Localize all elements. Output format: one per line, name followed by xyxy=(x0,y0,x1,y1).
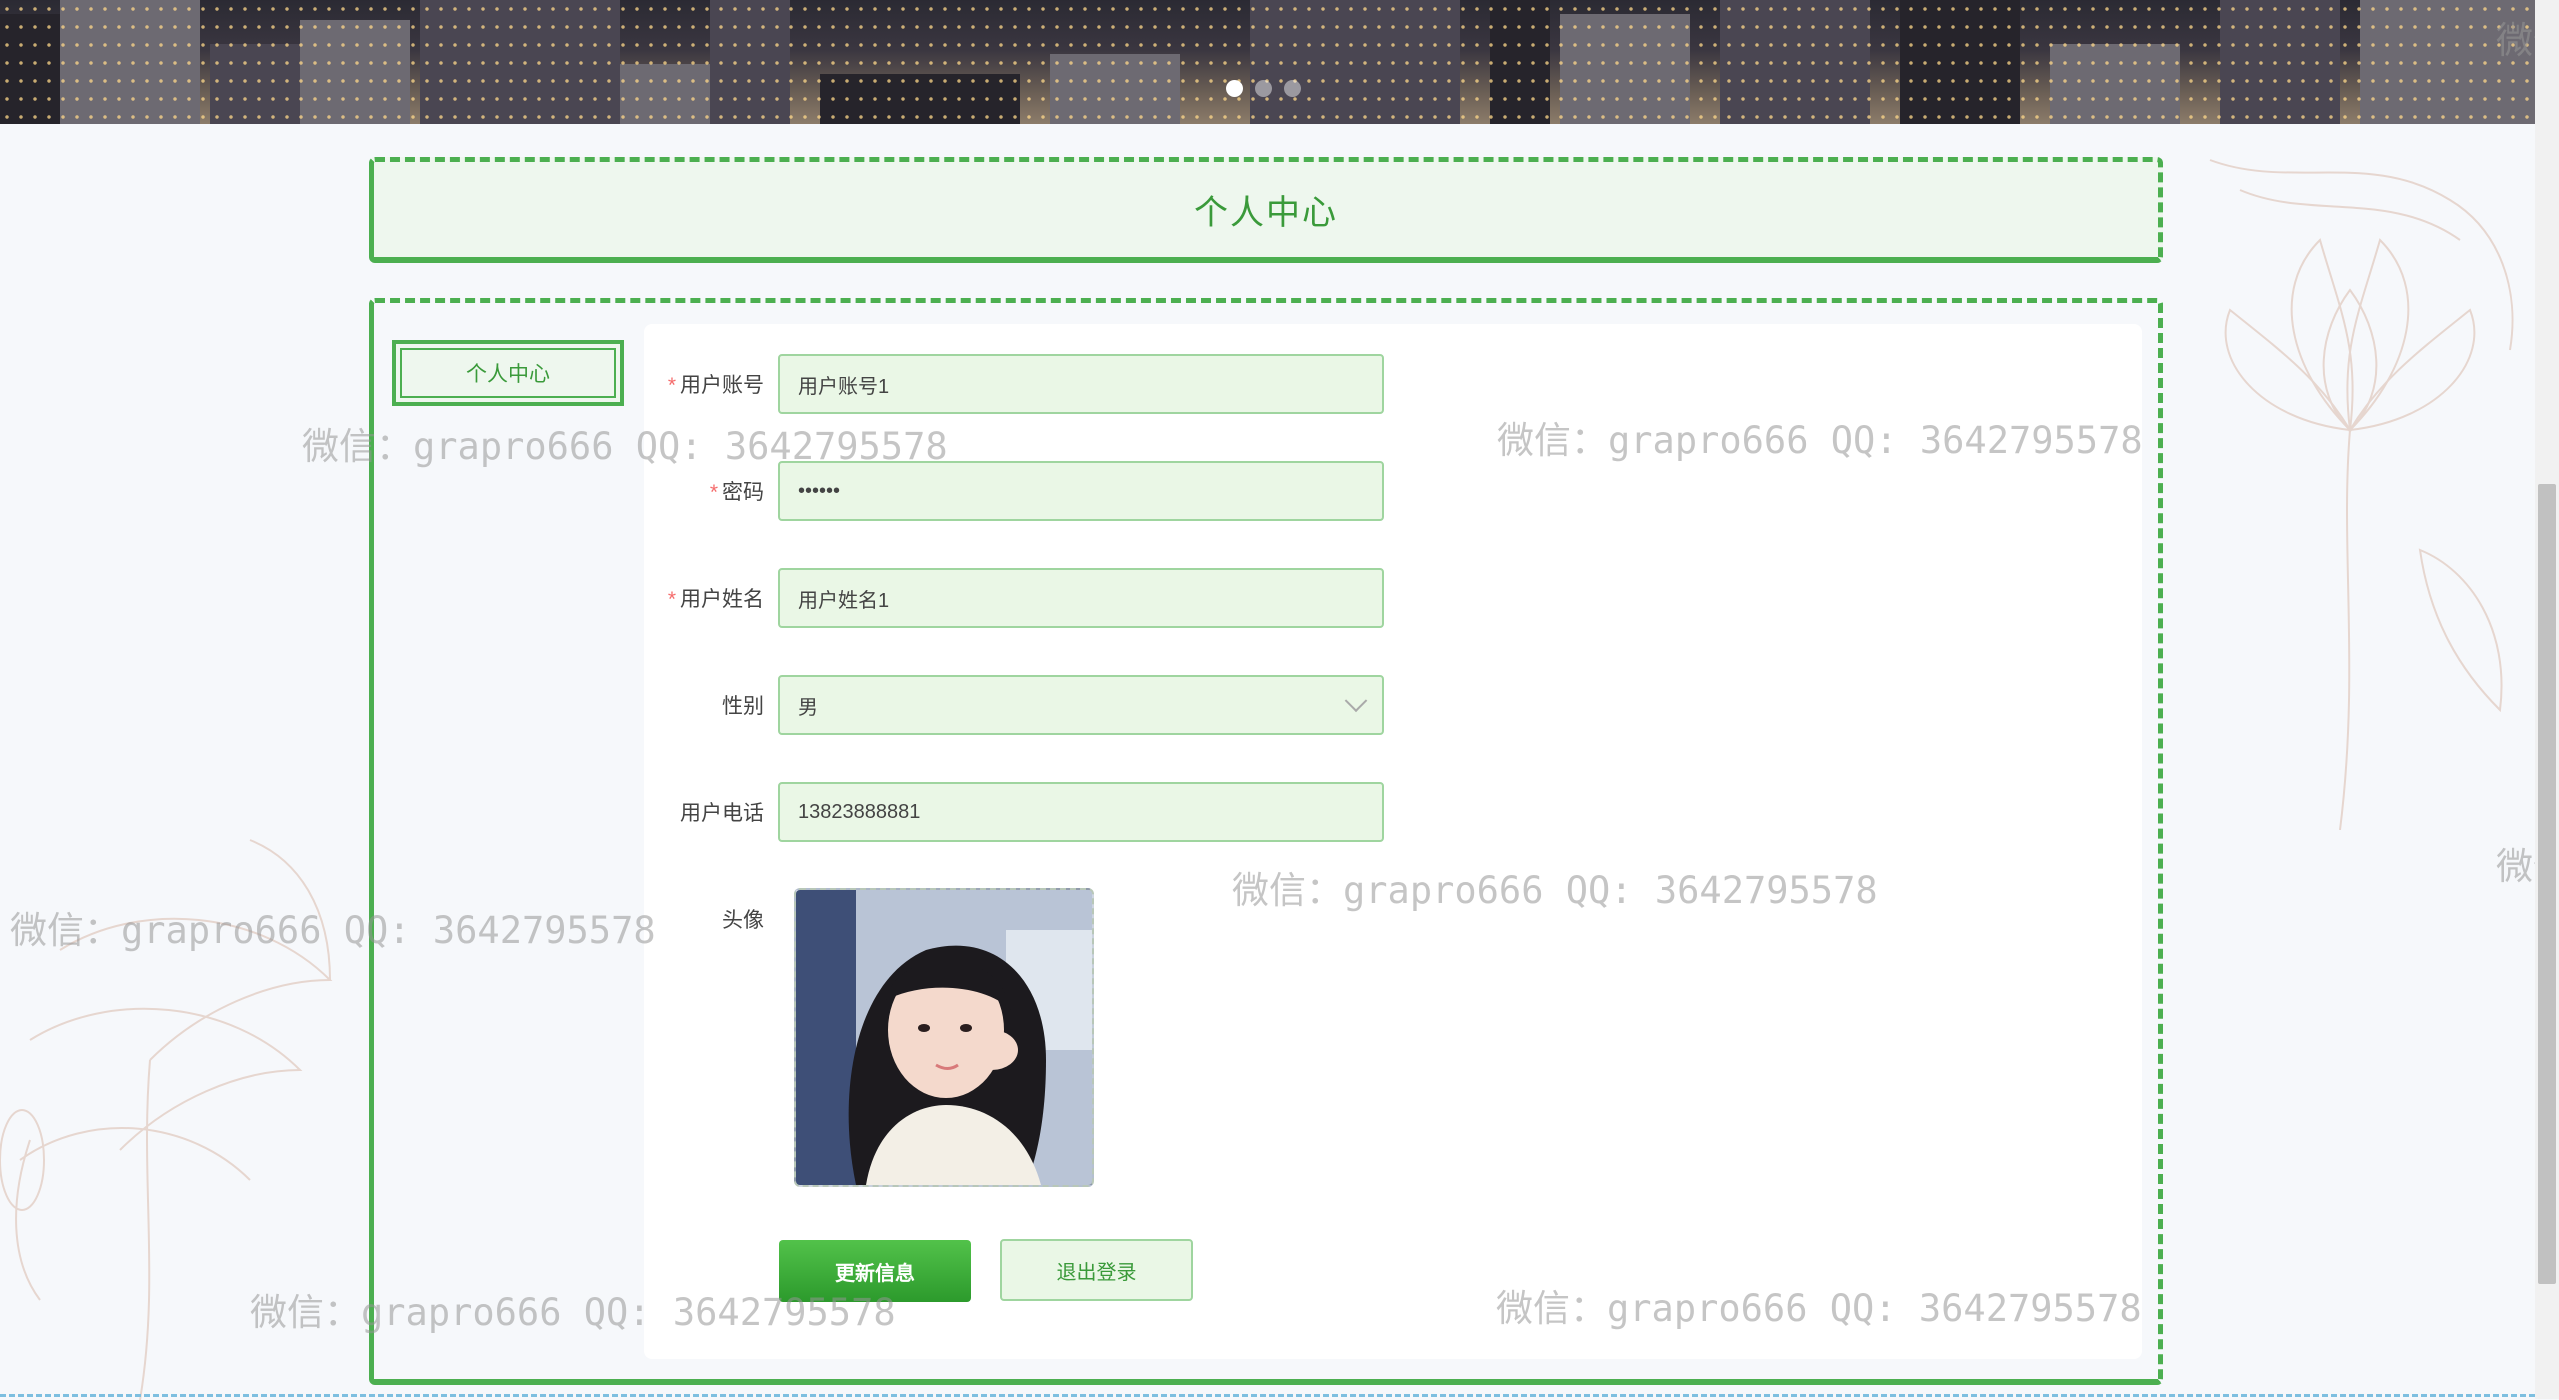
phone-input[interactable] xyxy=(778,782,1384,842)
account-label-text: 用户账号 xyxy=(680,374,764,397)
carousel-dot-2[interactable] xyxy=(1255,80,1272,97)
password-label-text: 密码 xyxy=(722,481,764,504)
update-info-button[interactable]: 更新信息 xyxy=(779,1240,971,1302)
account-label: * 用户账号 xyxy=(644,369,778,399)
name-label: * 用户姓名 xyxy=(644,583,778,613)
scrollbar-track[interactable] xyxy=(2535,0,2559,1399)
page-title: 个人中心 xyxy=(1194,194,1338,232)
form-row-account: * 用户账号 xyxy=(644,354,1384,414)
avatar-image xyxy=(796,890,1092,1185)
form-row-phone: 用户电话 xyxy=(644,782,1384,842)
account-input[interactable] xyxy=(778,354,1384,414)
form-row-gender: 性别 男 xyxy=(644,675,1384,735)
avatar-upload[interactable] xyxy=(794,888,1094,1187)
profile-form: *用户账号 *密码 *用户姓名 性别 男 用户电话 头像 xyxy=(644,324,2142,1359)
password-label: * 密码 xyxy=(644,476,778,506)
password-input[interactable] xyxy=(778,461,1384,521)
name-label-text: 用户姓名 xyxy=(680,588,764,611)
phone-label: 用户电话 xyxy=(680,802,764,825)
carousel-dot-3[interactable] xyxy=(1284,80,1301,97)
required-mark: * xyxy=(667,374,676,397)
banner-carousel xyxy=(0,0,2535,124)
chevron-down-icon xyxy=(1344,689,1368,713)
required-mark: * xyxy=(709,481,718,504)
carousel-dot-1[interactable] xyxy=(1226,80,1243,97)
form-row-name: * 用户姓名 xyxy=(644,568,1384,628)
lotus-decoration-left xyxy=(0,839,333,1400)
avatar-label: 头像 xyxy=(722,909,764,932)
sidebar-item-label: 个人中心 xyxy=(466,363,550,386)
gender-value: 男 xyxy=(798,696,818,719)
required-mark: * xyxy=(667,588,676,611)
gender-label: 性别 xyxy=(722,695,764,718)
gender-select[interactable]: 男 xyxy=(778,675,1384,735)
scrollbar-thumb[interactable] xyxy=(2538,484,2556,1284)
form-row-password: * 密码 xyxy=(644,461,1384,521)
sidebar-item-profile[interactable]: 个人中心 xyxy=(392,340,624,406)
lotus-decoration-right xyxy=(2209,159,2514,830)
page-divider xyxy=(0,1394,2535,1397)
name-input[interactable] xyxy=(778,568,1384,628)
form-row-avatar: 头像 xyxy=(644,889,778,949)
carousel-indicators xyxy=(1226,80,1301,97)
logout-button[interactable]: 退出登录 xyxy=(1000,1239,1193,1301)
page-title-panel: 个人中心 xyxy=(369,157,2163,263)
city-lights xyxy=(0,0,2535,124)
